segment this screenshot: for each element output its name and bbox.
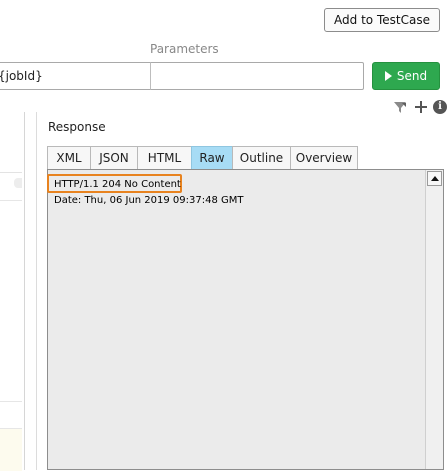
parameters-input[interactable]: [150, 62, 364, 90]
arrow-up-icon: [431, 176, 439, 181]
tab-outline[interactable]: Outline: [232, 146, 291, 169]
add-to-testcase-button[interactable]: Add to TestCase: [324, 8, 440, 32]
tab-html[interactable]: HTML: [137, 146, 192, 169]
tab-xml[interactable]: XML: [47, 146, 91, 169]
raw-response-view[interactable]: HTTP/1.1 204 No Content Date: Thu, 06 Ju…: [47, 169, 444, 470]
url-input-value: {jobId}: [0, 69, 43, 83]
scroll-up-button[interactable]: [427, 171, 442, 186]
vertical-scrollbar[interactable]: [425, 170, 443, 469]
left-panel-footer: [0, 428, 22, 471]
raw-status-line: HTTP/1.1 204 No Content: [54, 179, 181, 190]
parameters-label: Parameters: [150, 42, 219, 56]
tab-raw[interactable]: Raw: [191, 146, 233, 169]
play-icon: [384, 71, 392, 81]
left-panel-section: [0, 200, 22, 402]
left-panel-divider: [0, 172, 22, 173]
plus-icon[interactable]: [414, 100, 428, 114]
response-tabs: XML JSON HTML Raw Outline Overview: [47, 146, 358, 169]
raw-date-header: Date: Thu, 06 Jun 2019 09:37:48 GMT: [54, 195, 244, 206]
left-panel-handle[interactable]: [14, 178, 22, 188]
info-icon[interactable]: i: [433, 100, 447, 114]
url-input[interactable]: {jobId}: [0, 62, 151, 90]
pane-splitter[interactable]: [36, 112, 37, 470]
filter-icon[interactable]: [393, 100, 407, 114]
response-label: Response: [48, 120, 106, 134]
send-button-label: Send: [396, 69, 428, 83]
send-button[interactable]: Send: [372, 62, 440, 90]
tab-json[interactable]: JSON: [90, 146, 138, 169]
tab-overview[interactable]: Overview: [290, 146, 358, 169]
